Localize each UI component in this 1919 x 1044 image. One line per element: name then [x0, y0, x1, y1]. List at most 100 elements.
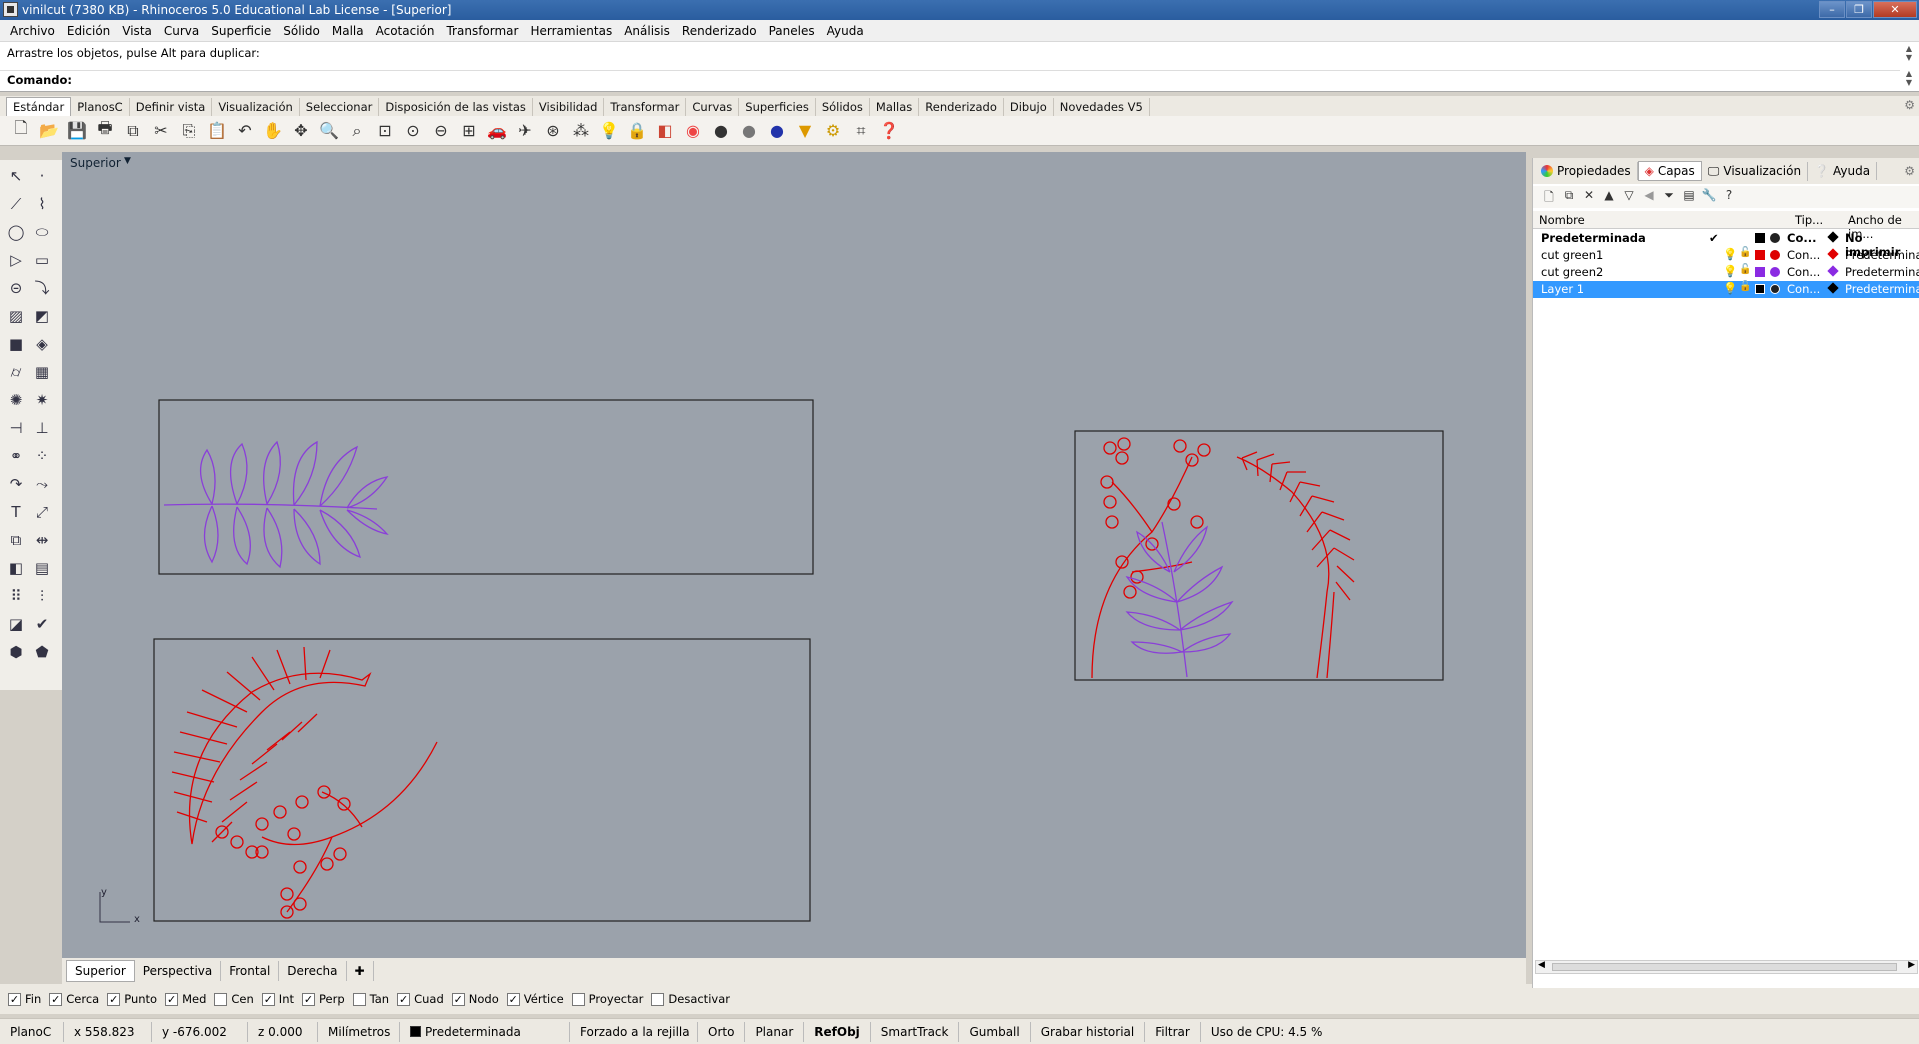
status-filter[interactable]: Filtrar [1145, 1021, 1201, 1042]
ellipse-icon[interactable]: ⬭ [30, 220, 54, 244]
menu-archivo[interactable]: Archivo [4, 24, 61, 38]
move-icon[interactable]: ⧉ [4, 528, 28, 552]
rendered-sphere-icon[interactable]: ● [736, 118, 762, 144]
rectangle-icon[interactable]: ▭ [30, 248, 54, 272]
dimension-icon[interactable]: ⌗ [848, 118, 874, 144]
command-history-scrollbar[interactable]: ▲ ▼ [1902, 44, 1916, 64]
osnap-nodo[interactable]: ✓ Nodo [451, 992, 499, 1006]
delete-layer-icon[interactable]: ✕ [1579, 188, 1599, 206]
rotate-view-icon[interactable]: ✥ [288, 118, 314, 144]
dimension-tool-icon[interactable]: ▤ [30, 556, 54, 580]
status-gumball[interactable]: Gumball [959, 1021, 1031, 1042]
osnap-checkbox[interactable] [571, 992, 585, 1006]
command-input-scrollbar[interactable]: ▲ ▼ [1902, 69, 1916, 89]
rebuild-icon[interactable]: ↷ [4, 472, 28, 496]
toolbar-settings-icon[interactable]: ⚙ [1904, 98, 1915, 112]
save-icon[interactable]: 💾 [64, 118, 90, 144]
status-grid-snap[interactable]: Forzado a la rejilla [570, 1021, 698, 1042]
tab-visualizacion[interactable]: Visualización [212, 98, 300, 116]
current-layer-check-icon[interactable]: ✔ [1709, 231, 1719, 245]
tab-capas[interactable]: ◈ Capas [1637, 161, 1702, 181]
pan-hand-icon[interactable]: ✋ [260, 118, 286, 144]
menu-edicion[interactable]: Edición [61, 24, 116, 38]
point-icon[interactable]: · [30, 164, 54, 188]
menu-analisis[interactable]: Análisis [618, 24, 676, 38]
status-cplane[interactable]: PlanoC [0, 1021, 64, 1042]
join-icon[interactable]: ⚭ [4, 444, 28, 468]
new-layer-icon[interactable]: 🗋 [1539, 188, 1559, 206]
layer-row-layer-1[interactable]: Layer 1 💡 🔓 Con... Predeterminado [1533, 281, 1919, 298]
lightbulb-on-icon[interactable]: 💡 [1723, 281, 1737, 295]
tools-icon[interactable]: 🔧 [1699, 188, 1719, 206]
status-units[interactable]: Milímetros [318, 1021, 400, 1042]
color-wheel-icon[interactable]: ◉ [680, 118, 706, 144]
material-icon[interactable] [1770, 250, 1780, 260]
layer-icon[interactable]: ◧ [652, 118, 678, 144]
offset-icon[interactable]: ⊝ [4, 276, 28, 300]
paste-icon[interactable]: 📋 [204, 118, 230, 144]
col-name[interactable]: Nombre [1539, 213, 1585, 227]
osnap-checkbox[interactable] [651, 992, 665, 1006]
status-record-history[interactable]: Grabar historial [1031, 1021, 1146, 1042]
unlock-icon[interactable]: 🔓 [1739, 247, 1751, 258]
osnap-checkbox[interactable]: ✓ [302, 992, 315, 1006]
layer-color-swatch[interactable] [1755, 250, 1765, 260]
layer-row-cut-green2[interactable]: cut green2 💡 🔓 Con... Predeterminado [1533, 264, 1919, 281]
cylinder-icon[interactable]: ⌭ [4, 360, 28, 384]
export-icon[interactable]: ⧉ [120, 118, 146, 144]
layer-row-cut-green1[interactable]: cut green1 💡 🔓 Con... Predeterminado [1533, 247, 1919, 264]
plane-icon[interactable]: ✈ [512, 118, 538, 144]
shaded-sphere-icon[interactable]: ● [708, 118, 734, 144]
new-file-icon[interactable]: 🗋 [8, 118, 34, 144]
box-solid-icon[interactable]: ■ [4, 332, 28, 356]
menu-herramientas[interactable]: Herramientas [524, 24, 618, 38]
tab-solidos[interactable]: Sólidos [816, 98, 870, 116]
tab-mallas[interactable]: Mallas [870, 98, 920, 116]
menu-paneles[interactable]: Paneles [763, 24, 821, 38]
menu-renderizado[interactable]: Renderizado [676, 24, 763, 38]
surface-icon[interactable]: ▨ [4, 304, 28, 328]
tab-ayuda-panel[interactable]: ❔ Ayuda [1808, 162, 1878, 180]
zoom-window-icon[interactable]: ⌕ [344, 118, 370, 144]
car-icon[interactable]: 🚗 [484, 118, 510, 144]
panel-settings-icon[interactable]: ⚙ [1904, 164, 1915, 178]
layer-color-swatch[interactable] [1755, 284, 1765, 294]
command-input[interactable] [68, 71, 1898, 88]
osnap-perp[interactable]: ✓ Perp [302, 992, 345, 1006]
maximize-button[interactable]: ❐ [1846, 1, 1872, 18]
print-icon[interactable]: 🖶 [92, 118, 118, 144]
menu-transformar[interactable]: Transformar [440, 24, 524, 38]
scale-icon[interactable]: ⤢ [30, 500, 54, 524]
filter-icon[interactable]: ⏷ [1659, 188, 1679, 206]
move-down-icon[interactable]: ▽ [1619, 188, 1639, 206]
layer-row-predeterminada[interactable]: Predeterminada ✔ Co... No imprimir [1533, 230, 1919, 259]
tab-planosc[interactable]: PlanosC [71, 98, 130, 116]
zoom-out-icon[interactable]: ⊖ [428, 118, 454, 144]
osnap-checkbox[interactable] [352, 992, 366, 1006]
close-button[interactable]: ✕ [1873, 1, 1917, 18]
material-icon[interactable] [1770, 267, 1780, 277]
osnap-checkbox[interactable]: ✓ [107, 992, 121, 1006]
mirror-icon[interactable]: ⇹ [30, 528, 54, 552]
osnap-desactivar[interactable]: Desactivar [651, 992, 730, 1006]
array-icon[interactable]: ⠿ [4, 584, 28, 608]
unlock-icon[interactable]: 🔓 [1739, 281, 1751, 292]
osnap-cerca[interactable]: ✓ Cerca [49, 992, 99, 1006]
four-viewports-icon[interactable]: ⊞ [456, 118, 482, 144]
viewport-superior[interactable]: Superior ▼ y x [62, 152, 1526, 958]
move-parent-icon[interactable]: ◀ [1639, 188, 1659, 206]
new-sublayer-icon[interactable]: ⧉ [1559, 188, 1579, 206]
add-viewport-icon[interactable]: ✚ [347, 961, 374, 981]
text-icon[interactable]: T [4, 500, 28, 524]
options-gear-icon[interactable]: ⚙ [820, 118, 846, 144]
osnap-fin[interactable]: ✓ Fin [8, 992, 41, 1006]
explode-icon[interactable]: ✷ [30, 388, 54, 412]
osnap-checkbox[interactable]: ✓ [451, 992, 465, 1006]
group-icon[interactable]: ⁘ [30, 444, 54, 468]
osnap-checkbox[interactable]: ✓ [397, 992, 411, 1006]
rhino-app-icon[interactable] [3, 2, 18, 17]
osnap-int[interactable]: ✓ Int [261, 992, 294, 1006]
osnap-punto[interactable]: ✓ Punto [107, 992, 157, 1006]
solid-tools-icon[interactable]: ◧ [4, 556, 28, 580]
osnap-cuad[interactable]: ✓ Cuad [397, 992, 444, 1006]
